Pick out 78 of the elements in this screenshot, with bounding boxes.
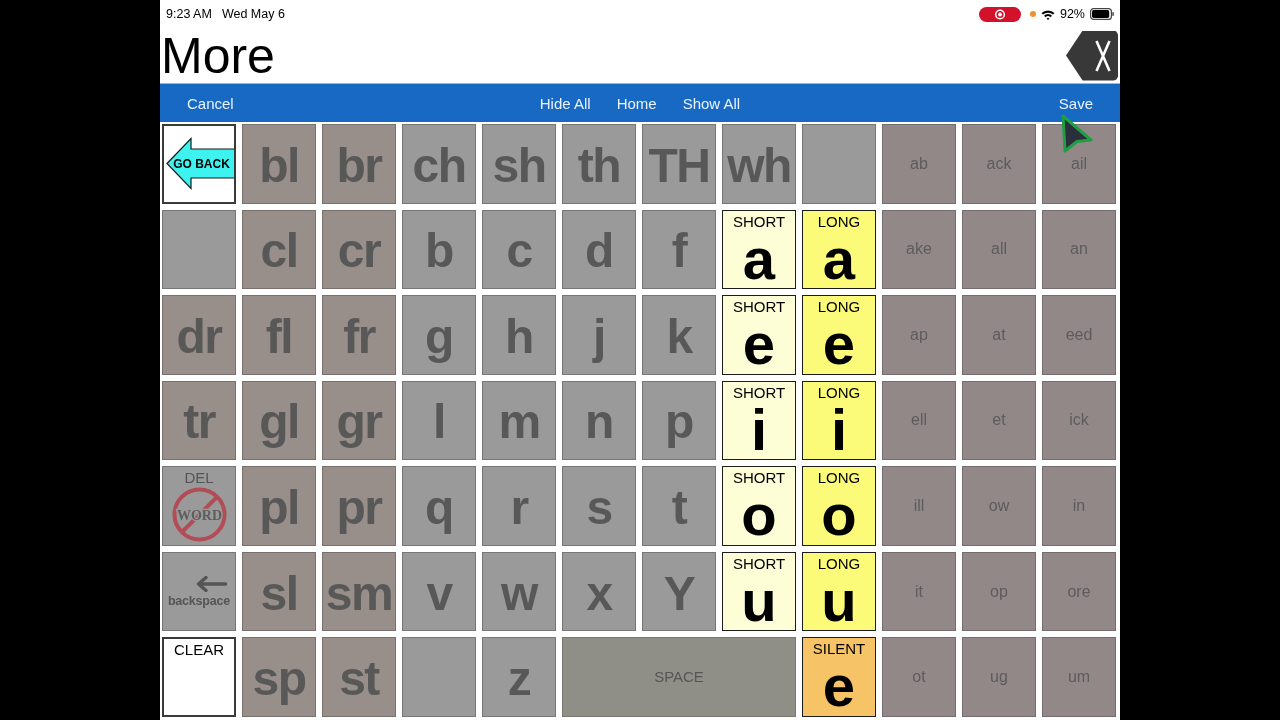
letter-tile[interactable]: j [562, 295, 636, 375]
left-arrow-icon [195, 575, 227, 592]
blend-tile[interactable]: br [322, 124, 396, 204]
blend-tile[interactable]: gl [242, 380, 316, 461]
screen-title: More [161, 27, 275, 84]
blend-tile[interactable]: dr [162, 295, 236, 375]
battery-percent: 92% [1059, 6, 1085, 22]
letter-tile[interactable]: h [482, 295, 556, 375]
letter-tile[interactable]: v [402, 551, 476, 632]
long-vowel-tile[interactable]: LONG e [802, 295, 876, 375]
short-vowel-tile[interactable]: SHORT a [722, 209, 796, 290]
short-vowel-tile[interactable]: SHORT i [722, 380, 796, 461]
letter-tile[interactable]: d [562, 209, 636, 290]
clear-button[interactable]: CLEAR [162, 637, 236, 717]
screen-recording-icon [978, 6, 1021, 22]
letter-tile[interactable]: th [562, 124, 636, 204]
long-vowel-tile[interactable]: LONG i [802, 380, 876, 461]
blend-tile[interactable]: sp [242, 637, 316, 717]
letter-tile[interactable]: x [562, 551, 636, 632]
short-vowel-tile[interactable]: SHORT u [722, 551, 796, 632]
blend-tile[interactable]: cr [322, 209, 396, 290]
short-vowel-tile[interactable]: SHORT o [722, 466, 796, 546]
blend-tile[interactable]: pl [242, 466, 316, 546]
letter-tile[interactable]: c [482, 209, 556, 290]
wifi-icon [1040, 8, 1055, 20]
letter-tile[interactable]: z [482, 637, 556, 717]
letter-tile[interactable]: m [482, 380, 556, 461]
status-time: 9:23 AM [166, 6, 212, 22]
letter-tile[interactable]: s [562, 466, 636, 546]
toolbar-button[interactable]: Show All [682, 94, 741, 112]
letter-tile[interactable]: f [642, 209, 716, 290]
letter-tile[interactable]: k [642, 295, 716, 375]
blend-tile[interactable]: pr [322, 466, 396, 546]
long-vowel-tile[interactable]: LONG u [802, 551, 876, 632]
empty-tile[interactable] [162, 209, 236, 290]
space-button[interactable]: SPACE [562, 637, 796, 717]
long-vowel-tile[interactable]: LONG a [802, 209, 876, 290]
letter-tile[interactable]: b [402, 209, 476, 290]
letter-tile[interactable]: sh [482, 124, 556, 204]
letter-tile[interactable]: w [482, 551, 556, 632]
blend-tile[interactable]: bl [242, 124, 316, 204]
letter-tile[interactable]: p [642, 380, 716, 461]
left-arrow-icon [166, 137, 234, 190]
blend-tile[interactable]: cl [242, 209, 316, 290]
save-button[interactable]: Save [1058, 94, 1093, 112]
go-back-button[interactable]: GO BACK [162, 124, 236, 204]
letter-tile[interactable]: l [402, 380, 476, 461]
long-vowel-tile[interactable]: LONG o [802, 466, 876, 546]
letter-tile[interactable]: wh [722, 124, 796, 204]
cursor-icon [1060, 113, 1094, 153]
empty-tile[interactable] [402, 637, 476, 717]
toolbar-button[interactable]: Home [616, 94, 657, 112]
silent-vowel-tile[interactable]: SILENT e [802, 637, 876, 717]
battery-icon [1090, 8, 1114, 20]
blend-tile[interactable]: fl [242, 295, 316, 375]
blend-tile[interactable]: tr [162, 380, 236, 461]
letter-tile[interactable]: t [642, 466, 716, 546]
blend-tile[interactable]: sl [242, 551, 316, 632]
letter-tile[interactable]: q [402, 466, 476, 546]
blend-tile[interactable]: fr [322, 295, 396, 375]
blend-tile[interactable]: sm [322, 551, 396, 632]
empty-tile[interactable] [802, 124, 876, 204]
letter-tile[interactable]: TH [642, 124, 716, 204]
letter-tile[interactable]: r [482, 466, 556, 546]
letter-tile[interactable]: ch [402, 124, 476, 204]
blend-tile[interactable]: st [322, 637, 396, 717]
letter-tile[interactable]: Y [642, 551, 716, 632]
letter-tile[interactable]: g [402, 295, 476, 375]
toolbar-button[interactable]: Hide All [539, 94, 591, 112]
close-button[interactable] [1066, 30, 1118, 81]
backspace-button[interactable]: backspace [162, 551, 236, 632]
close-icon [1095, 39, 1111, 72]
short-vowel-tile[interactable]: SHORT e [722, 295, 796, 375]
indicator-dot-icon [1029, 11, 1036, 17]
blend-tile[interactable]: gr [322, 380, 396, 461]
status-date: Wed May 6 [221, 6, 285, 22]
letter-tile[interactable]: n [562, 380, 636, 461]
cancel-button[interactable]: Cancel [187, 94, 234, 112]
